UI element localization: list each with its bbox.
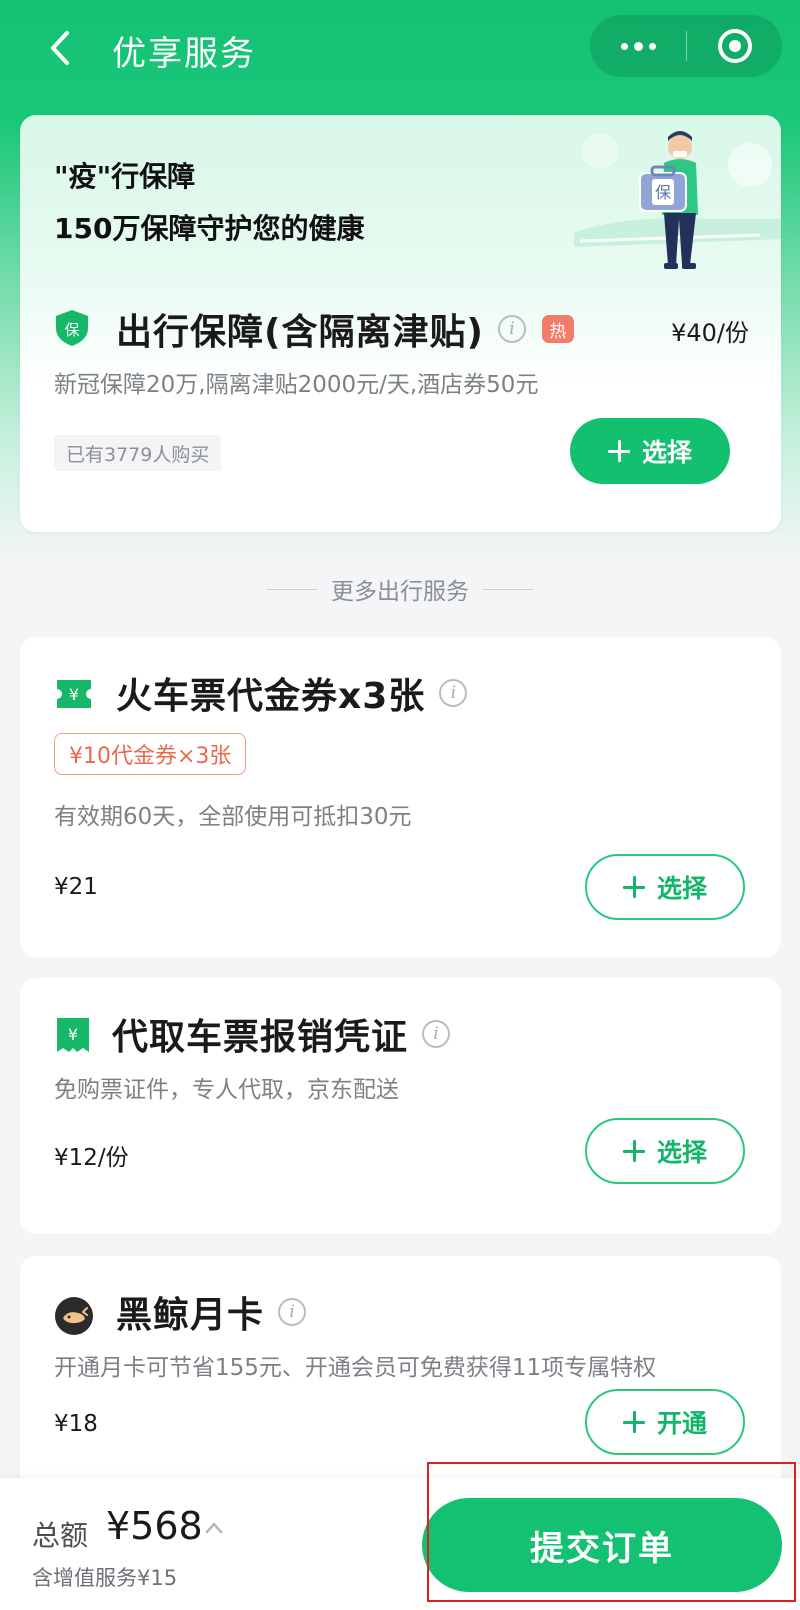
value-added-note: 含增值服务¥15 — [32, 1566, 178, 1590]
divider-line — [267, 588, 317, 590]
chevron-left-icon — [51, 31, 69, 65]
service-price: ¥21 — [54, 874, 98, 900]
svg-text:¥: ¥ — [69, 685, 79, 704]
service-description: 开通月卡可节省155元、开通会员可免费获得11项专属特权 — [54, 1355, 657, 1381]
capsule-close-icon — [717, 29, 752, 63]
insurance-price: ¥40/份 — [671, 319, 749, 347]
shield-icon: 保 — [56, 310, 88, 346]
plus-icon — [607, 440, 630, 462]
illustration-badge: 保 — [655, 183, 671, 202]
svg-text:¥: ¥ — [68, 1025, 78, 1044]
shield-icon-text: 保 — [64, 321, 79, 339]
service-name: 火车票代金券x3张 — [116, 676, 426, 717]
plus-icon — [622, 1411, 645, 1433]
coupon-tag: ¥10代金券×3张 — [54, 733, 247, 775]
back-button[interactable] — [38, 24, 82, 72]
info-icon[interactable]: i — [278, 1298, 307, 1326]
activate-black-whale-button[interactable]: 开通 — [585, 1389, 745, 1455]
service-heading: 火车票代金券x3张 i — [116, 667, 468, 719]
service-price: ¥12/份 — [54, 1145, 129, 1171]
select-label: 选择 — [656, 874, 707, 903]
total-label: 总额 — [32, 1519, 89, 1552]
insurance-heading: 出行保障(含隔离津贴) i 热 — [116, 303, 574, 355]
select-insurance-button[interactable]: 选择 — [570, 418, 730, 484]
section-title: 更多出行服务 — [331, 579, 469, 605]
service-card-black-whale: 黑鲸月卡 i 开通月卡可节省155元、开通会员可免费获得11项专属特权 ¥18 … — [20, 1256, 781, 1496]
plus-icon — [622, 1140, 645, 1162]
sold-count-tag: 已有3779人购买 — [54, 435, 222, 471]
more-dots-icon — [620, 41, 656, 51]
service-description: 免购票证件，专人代取，京东配送 — [54, 1077, 399, 1103]
page-title: 优享服务 — [112, 34, 256, 74]
info-icon[interactable]: i — [497, 315, 526, 343]
mini-program-capsule — [590, 15, 782, 77]
select-receipt-button[interactable]: 选择 — [585, 1118, 745, 1184]
service-card-train-coupon: ¥ 火车票代金券x3张 i ¥10代金券×3张 有效期60天，全部使用可抵扣30… — [20, 637, 781, 957]
hot-badge: 热 — [541, 315, 574, 343]
section-divider: 更多出行服务 — [0, 572, 800, 606]
insurance-description: 新冠保障20万,隔离津贴2000元/天,酒店券50元 — [54, 372, 539, 398]
activate-label: 开通 — [656, 1409, 707, 1438]
service-name: 代取车票报销凭证 — [112, 1017, 409, 1058]
capsule-close-button[interactable] — [687, 15, 782, 77]
plus-icon — [622, 876, 645, 898]
nav-bar: 优享服务 — [0, 0, 800, 100]
total-amount[interactable]: ¥568 — [106, 1504, 203, 1548]
submit-order-button[interactable]: 提交订单 — [422, 1498, 782, 1592]
service-card-receipt: ¥ 代取车票报销凭证 i 免购票证件，专人代取，京东配送 ¥12/份 选择 — [20, 978, 781, 1234]
service-name: 黑鲸月卡 — [116, 1295, 265, 1336]
info-icon[interactable]: i — [422, 1020, 451, 1048]
hero-title: "疫"行保障 — [54, 160, 196, 193]
receipt-icon: ¥ — [57, 1018, 89, 1052]
more-button[interactable] — [590, 15, 686, 77]
hero-subtitle: 150万保障守护您的健康 — [54, 212, 365, 245]
insurance-name: 出行保障(含隔离津贴) — [116, 312, 484, 353]
select-train-coupon-button[interactable]: 选择 — [585, 854, 745, 920]
insurance-illustration: 保 — [574, 131, 781, 269]
service-description: 有效期60天，全部使用可抵扣30元 — [54, 804, 412, 830]
black-whale-icon — [55, 1297, 93, 1335]
checkout-bar: 总额 ¥568 含增值服务¥15 提交订单 — [0, 1478, 800, 1610]
divider-line — [483, 588, 533, 590]
service-heading: 黑鲸月卡 i — [116, 1286, 307, 1338]
chevron-up-icon[interactable] — [204, 1518, 224, 1538]
select-label: 选择 — [656, 1138, 707, 1167]
service-heading: 代取车票报销凭证 i — [112, 1008, 451, 1060]
page: 优享服务 "疫"行保障 150万保障守护您的健康 保 保 出行保障(含隔离津贴)… — [0, 0, 800, 1610]
service-price: ¥18 — [54, 1411, 98, 1437]
select-insurance-label: 选择 — [641, 438, 692, 467]
insurance-card: "疫"行保障 150万保障守护您的健康 保 保 出行保障(含隔离津贴) i 热 … — [20, 115, 781, 532]
ticket-coupon-icon: ¥ — [57, 680, 91, 708]
info-icon[interactable]: i — [439, 679, 468, 707]
